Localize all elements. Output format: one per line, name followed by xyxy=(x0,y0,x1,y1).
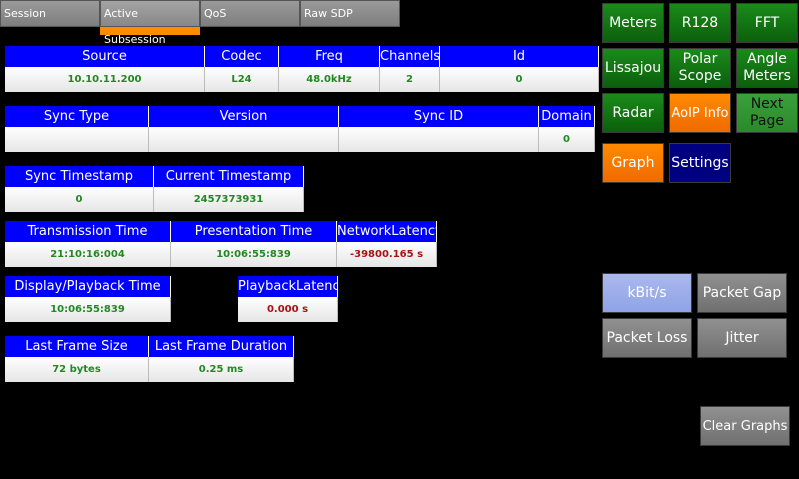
transmission-time-value: 21:10:16:004 xyxy=(5,242,171,267)
sync-type-value xyxy=(5,127,149,152)
sync-id-header: Sync ID xyxy=(339,106,539,127)
playback-latency-value: 0.000 s xyxy=(238,297,338,322)
angle-meters-label-line1: Angle xyxy=(747,51,787,67)
fft-button[interactable]: FFT xyxy=(736,3,798,43)
aoip-info-button[interactable]: AoIP Info xyxy=(669,93,731,133)
display-playback-time-header: Display/Playback Time xyxy=(5,276,171,297)
angle-meters-button[interactable]: Angle Meters xyxy=(736,48,798,88)
radar-button[interactable]: Radar xyxy=(602,93,664,133)
fft-label: FFT xyxy=(754,14,780,31)
aoip-info-label: AoIP Info xyxy=(671,105,729,121)
settings-label: Settings xyxy=(671,154,729,171)
current-timestamp-value: 2457373931 xyxy=(154,187,304,212)
next-page-label-line1: Next xyxy=(750,96,784,112)
id-value: 0 xyxy=(440,67,599,92)
last-frame-duration-value: 0.25 ms xyxy=(149,357,294,382)
polar-scope-label-line2: Scope xyxy=(678,68,722,84)
r128-label: R128 xyxy=(681,14,719,31)
id-header: Id xyxy=(440,46,599,67)
source-value: 10.10.11.200 xyxy=(5,67,205,92)
source-header: Source xyxy=(5,46,205,67)
r128-button[interactable]: R128 xyxy=(669,3,731,43)
tab-session[interactable]: Session xyxy=(0,0,100,27)
playback-latency-header: PlaybackLatency xyxy=(238,276,338,297)
network-latency-value: -39800.165 s xyxy=(337,242,437,267)
freq-header: Freq xyxy=(279,46,380,67)
transmission-time-header: Transmission Time xyxy=(5,221,171,242)
jitter-label: Jitter xyxy=(725,329,759,346)
sync-timestamp-header: Sync Timestamp xyxy=(5,166,154,187)
lissajou-label: Lissajou xyxy=(604,59,662,76)
freq-value: 48.0kHz xyxy=(279,67,380,92)
polar-scope-button[interactable]: Polar Scope xyxy=(669,48,731,88)
clear-graphs-button[interactable]: Clear Graphs xyxy=(700,406,790,446)
version-value xyxy=(149,127,339,152)
last-frame-size-header: Last Frame Size xyxy=(5,336,149,357)
next-page-button[interactable]: Next Page xyxy=(736,93,798,133)
packet-loss-label: Packet Loss xyxy=(606,329,688,346)
packet-gap-button[interactable]: Packet Gap xyxy=(697,273,787,313)
next-page-label-line2: Page xyxy=(750,113,784,129)
tab-raw-sdp[interactable]: Raw SDP xyxy=(300,0,400,27)
current-timestamp-header: Current Timestamp xyxy=(154,166,304,187)
sync-type-header: Sync Type xyxy=(5,106,149,127)
codec-header: Codec xyxy=(205,46,279,67)
jitter-button[interactable]: Jitter xyxy=(697,318,787,358)
graph-button[interactable]: Graph xyxy=(602,143,664,183)
settings-button[interactable]: Settings xyxy=(669,143,731,183)
packet-gap-label: Packet Gap xyxy=(702,284,782,301)
lissajou-button[interactable]: Lissajou xyxy=(602,48,664,88)
display-playback-time-value: 10:06:55:839 xyxy=(5,297,171,322)
domain-value: 0 xyxy=(539,127,595,152)
domain-header: Domain xyxy=(539,106,595,127)
polar-scope-label-line1: Polar xyxy=(682,51,718,67)
presentation-time-header: Presentation Time xyxy=(171,221,337,242)
kbits-button[interactable]: kBit/s xyxy=(602,273,692,313)
presentation-time-value: 10:06:55:839 xyxy=(171,242,337,267)
last-frame-size-value: 72 bytes xyxy=(5,357,149,382)
packet-loss-button[interactable]: Packet Loss xyxy=(602,318,692,358)
codec-value: L24 xyxy=(205,67,279,92)
tab-active-subsession[interactable]: Active Subsession xyxy=(100,0,200,46)
angle-meters-label-line2: Meters xyxy=(743,68,791,84)
clear-graphs-label: Clear Graphs xyxy=(702,418,788,434)
network-latency-header: NetworkLatency xyxy=(337,221,437,242)
version-header: Version xyxy=(149,106,339,127)
tab-qos[interactable]: QoS xyxy=(200,0,300,27)
meters-button[interactable]: Meters xyxy=(602,3,664,43)
channels-header: Channels xyxy=(380,46,440,67)
kbits-label: kBit/s xyxy=(627,284,667,301)
channels-value: 2 xyxy=(380,67,440,92)
last-frame-duration-header: Last Frame Duration xyxy=(149,336,294,357)
sync-timestamp-value: 0 xyxy=(5,187,154,212)
graph-label: Graph xyxy=(611,154,655,171)
meters-label: Meters xyxy=(609,14,657,31)
active-tab-indicator xyxy=(100,27,200,35)
radar-label: Radar xyxy=(612,104,654,121)
sync-id-value xyxy=(339,127,539,152)
